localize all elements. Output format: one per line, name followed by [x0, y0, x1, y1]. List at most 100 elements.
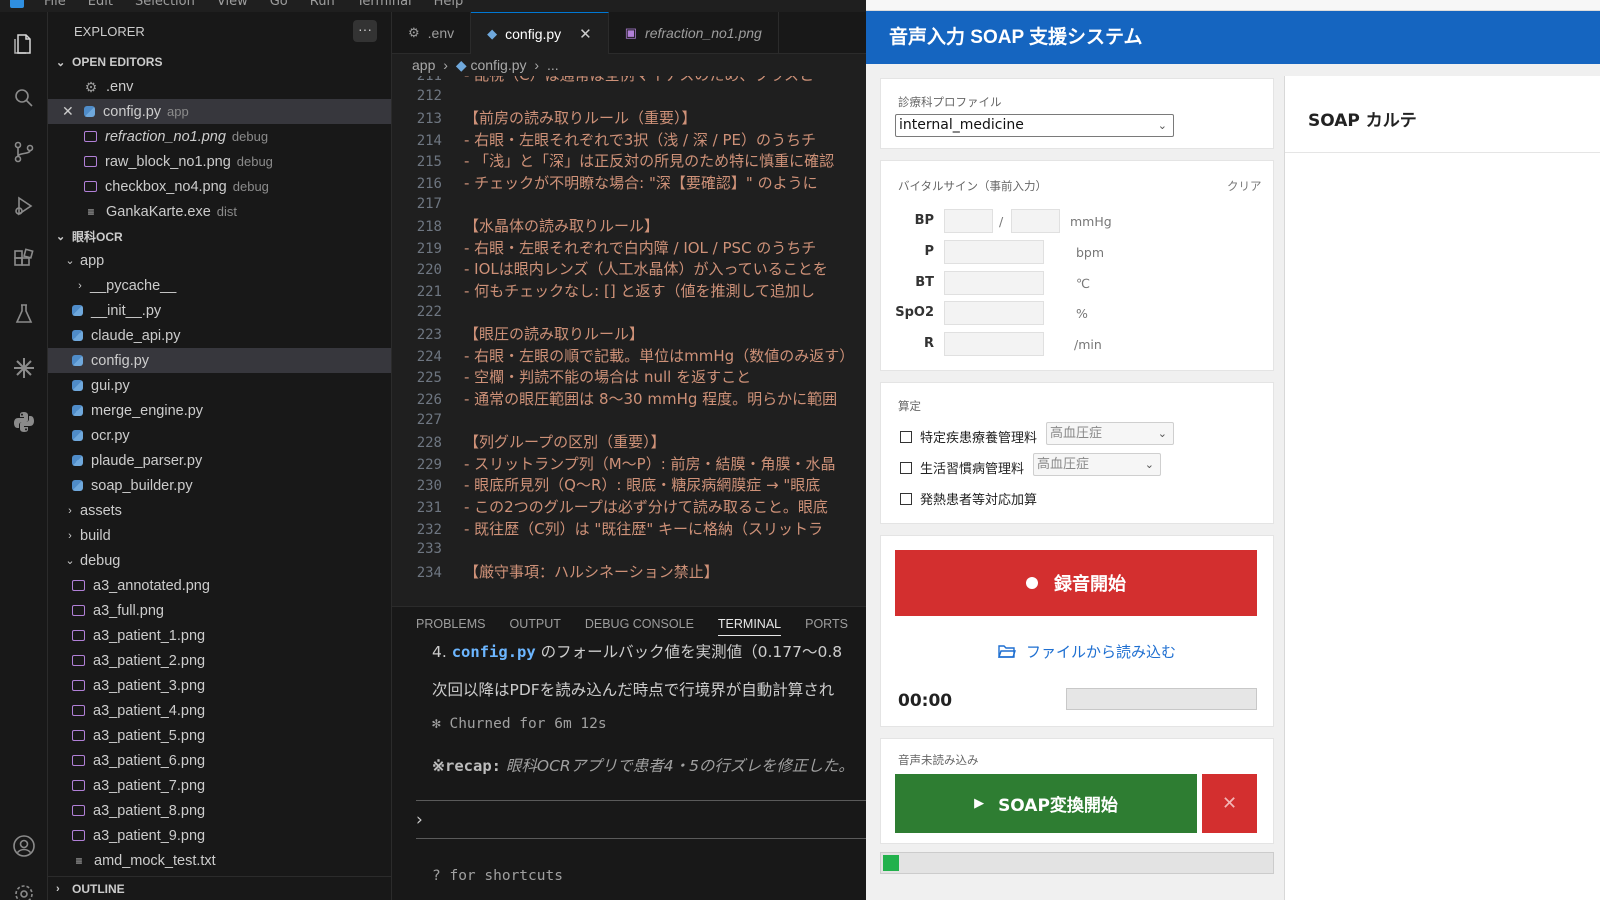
- folder-item[interactable]: › build: [48, 523, 391, 548]
- menu-item-go[interactable]: Go: [270, 0, 288, 9]
- open-editor-item[interactable]: ✕ config.py app: [48, 99, 391, 124]
- bp-systolic-input[interactable]: [944, 209, 993, 233]
- menu-item-terminal[interactable]: Terminal: [357, 0, 412, 9]
- tab-config-py[interactable]: ◆ config.py ✕: [471, 12, 609, 54]
- breadcrumb-symbol[interactable]: ...: [547, 57, 559, 73]
- code-line: 219 - 右眼・左眼それぞれで白内障 / IOL / PSC のうちチ: [392, 237, 817, 259]
- santei-checkbox[interactable]: 生活習慣病管理料: [900, 458, 1024, 477]
- soap-convert-button[interactable]: ▶ SOAP変換開始: [895, 774, 1197, 833]
- open-editor-name: refraction_no1.png: [105, 128, 226, 145]
- checkbox-icon[interactable]: [900, 430, 912, 443]
- vital-input-bt[interactable]: [944, 270, 1044, 295]
- file-item[interactable]: soap_builder.py: [48, 473, 391, 498]
- account-icon[interactable]: [12, 834, 36, 858]
- vitals-clear-button[interactable]: クリア: [1227, 178, 1262, 194]
- tab-output[interactable]: OUTPUT: [509, 617, 560, 631]
- file-item[interactable]: ocr.py: [48, 423, 391, 448]
- file-item[interactable]: a3_annotated.png: [48, 573, 391, 598]
- close-icon[interactable]: ✕: [62, 103, 74, 120]
- menu-item-run[interactable]: Run: [310, 0, 335, 9]
- file-item[interactable]: a3_patient_1.png: [48, 623, 391, 648]
- image-file-icon: [72, 680, 85, 691]
- bp-diastolic-input[interactable]: [1011, 209, 1060, 233]
- santei-checkbox[interactable]: 特定疾患療養管理料: [900, 427, 1037, 446]
- open-editors-list: ⚙ .env ✕ config.py app refraction_no1.png debu…: [48, 74, 391, 224]
- open-editor-item[interactable]: raw_block_no1.png debug: [48, 149, 391, 174]
- code-editor[interactable]: 211 - 乱視（C）は通常は全例マイナスのため、プラスと 212 213 【前房の読み…: [392, 76, 866, 606]
- claude-icon[interactable]: [12, 356, 36, 380]
- menu-item-file[interactable]: File: [44, 0, 66, 9]
- cancel-button[interactable]: ✕: [1202, 774, 1257, 833]
- folder-item[interactable]: ⌄ debug: [48, 548, 391, 573]
- image-file-icon: [72, 780, 85, 791]
- file-item[interactable]: a3_patient_3.png: [48, 673, 391, 698]
- file-item[interactable]: config.py: [48, 348, 391, 373]
- file-item[interactable]: plaude_parser.py: [48, 448, 391, 473]
- load-file-link[interactable]: ファイルから読み込む: [998, 641, 1176, 662]
- santei-disease-select[interactable]: 高血圧症 ⌄: [1033, 453, 1161, 476]
- breadcrumb-folder[interactable]: app: [412, 57, 435, 73]
- menu-item-help[interactable]: Help: [434, 0, 464, 9]
- file-item[interactable]: a3_patient_7.png: [48, 773, 391, 798]
- file-item[interactable]: a3_patient_5.png: [48, 723, 391, 748]
- more-actions-icon[interactable]: ···: [353, 20, 377, 42]
- menu-item-view[interactable]: View: [217, 0, 248, 9]
- project-header[interactable]: ⌄ 眼科OCR: [48, 224, 391, 248]
- open-editor-item[interactable]: checkbox_no4.png debug: [48, 174, 391, 199]
- extensions-icon[interactable]: [12, 248, 36, 272]
- code-line: 212: [392, 86, 464, 108]
- python-icon[interactable]: [12, 410, 36, 434]
- outline-section[interactable]: › OUTLINE: [48, 876, 391, 900]
- tab-problems[interactable]: PROBLEMS: [416, 617, 485, 631]
- file-item[interactable]: a3_patient_4.png: [48, 698, 391, 723]
- file-item[interactable]: a3_patient_2.png: [48, 648, 391, 673]
- file-item[interactable]: a3_patient_6.png: [48, 748, 391, 773]
- file-item[interactable]: a3_patient_9.png: [48, 823, 391, 848]
- profile-select[interactable]: internal_medicine ⌄: [895, 114, 1174, 137]
- folder-item[interactable]: ⌄ app: [48, 248, 391, 273]
- vital-input-p[interactable]: [944, 239, 1044, 264]
- vital-input-r[interactable]: [944, 332, 1044, 357]
- file-item[interactable]: ≡ amd_mock_test.txt: [48, 848, 391, 873]
- folder-item[interactable]: › __pycache__: [48, 273, 391, 298]
- vital-input-spo2[interactable]: [944, 301, 1044, 326]
- file-item[interactable]: gui.py: [48, 373, 391, 398]
- santei-disease-select[interactable]: 高血圧症 ⌄: [1046, 422, 1174, 445]
- run-debug-icon[interactable]: [12, 194, 36, 218]
- terminal[interactable]: 4. config.py のフォールバック値を実測値（0.177〜0.8 次回以…: [392, 640, 866, 900]
- file-item[interactable]: merge_engine.py: [48, 398, 391, 423]
- testing-icon[interactable]: [12, 302, 36, 326]
- file-item[interactable]: claude_api.py: [48, 323, 391, 348]
- close-tab-icon[interactable]: ✕: [579, 25, 592, 43]
- santei-checkbox[interactable]: 発熱患者等対応加算: [900, 489, 1037, 508]
- search-icon[interactable]: [12, 86, 36, 110]
- folder-item[interactable]: › assets: [48, 498, 391, 523]
- tab-ports[interactable]: PORTS: [805, 617, 848, 631]
- open-editor-item[interactable]: refraction_no1.png debug: [48, 124, 391, 149]
- code-line: 213 【前房の読み取りルール（重要）】: [392, 107, 697, 129]
- record-button[interactable]: 録音開始: [895, 550, 1257, 616]
- menu-item-edit[interactable]: Edit: [88, 0, 113, 9]
- menu-item-selection[interactable]: Selection: [135, 0, 195, 9]
- checkbox-icon[interactable]: [900, 461, 912, 474]
- tab-debug-console[interactable]: DEBUG CONSOLE: [585, 617, 694, 631]
- settings-gear-icon[interactable]: [12, 882, 36, 900]
- prompt-symbol[interactable]: ›: [416, 810, 423, 830]
- source-control-icon[interactable]: [12, 140, 36, 164]
- breadcrumb-file[interactable]: config.py: [470, 57, 526, 73]
- tab-refraction-png[interactable]: ▣ refraction_no1.png: [609, 12, 779, 54]
- open-editor-item[interactable]: ≡ GankaKarte.exe dist: [48, 199, 391, 224]
- tab-terminal[interactable]: TERMINAL: [717, 617, 782, 636]
- file-item[interactable]: a3_patient_8.png: [48, 798, 391, 823]
- text-file-icon: ≡: [87, 204, 95, 219]
- file-name: claude_api.py: [91, 327, 181, 344]
- checkbox-icon[interactable]: [900, 492, 912, 505]
- file-item[interactable]: a3_full.png: [48, 598, 391, 623]
- file-item[interactable]: __init__.py: [48, 298, 391, 323]
- tab-env[interactable]: ⚙ .env: [392, 12, 472, 54]
- santei-checkbox-label: 特定疾患療養管理料: [920, 431, 1038, 446]
- vital-unit: %: [1076, 306, 1088, 322]
- open-editor-item[interactable]: ⚙ .env: [48, 74, 391, 99]
- open-editors-header[interactable]: ⌄ OPEN EDITORS: [48, 50, 391, 74]
- explorer-icon[interactable]: [12, 32, 36, 56]
